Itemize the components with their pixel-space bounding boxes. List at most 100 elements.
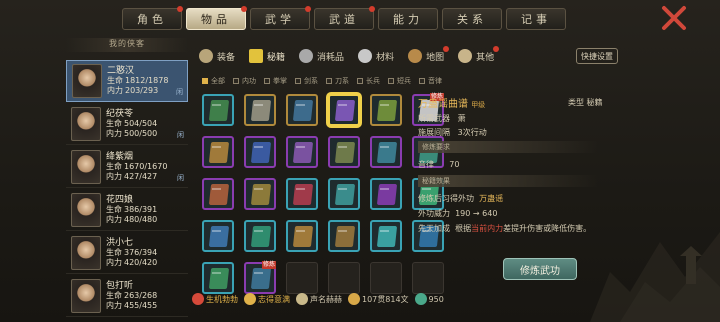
item-slot[interactable] [244, 94, 276, 126]
hero-mp: 内力 203/293 [107, 86, 168, 96]
item-slot[interactable] [328, 220, 360, 252]
filter-6[interactable]: 短兵 [388, 76, 411, 86]
filter-5[interactable]: 长兵 [357, 76, 380, 86]
filter-label: 刀系 [335, 77, 349, 85]
item-slot[interactable] [202, 220, 234, 252]
tab-3[interactable]: 武道 [314, 6, 375, 30]
interval-row: 施展间隔 3次行动 [418, 128, 487, 137]
filter-checkbox[interactable] [264, 78, 270, 84]
tab-1[interactable]: 物品 [186, 6, 247, 30]
map-icon [408, 49, 423, 63]
bonus-row: 先天加成 根据当前内力差提升伤害或降低伤害。 [418, 224, 592, 233]
book-detail [380, 104, 389, 106]
item-type: 类型 秘籍 [568, 98, 603, 107]
item-slot[interactable] [244, 220, 276, 252]
item-slot[interactable] [244, 178, 276, 210]
filter-checkbox[interactable] [419, 78, 425, 84]
book-detail [254, 272, 263, 274]
category-4[interactable]: 地图 [401, 44, 451, 68]
tab-label: 武道 [329, 13, 359, 26]
filter-1[interactable]: 内功 [233, 76, 256, 86]
item-grid: 修炼 修炼 [202, 93, 444, 318]
armor-icon [199, 49, 213, 63]
hero-info: 洪小七 生命 376/394 内力 420/420 [106, 238, 157, 268]
category-2[interactable]: 消耗品 [292, 44, 351, 68]
item-slot[interactable] [286, 94, 318, 126]
weapon-row: 所需武器 萧 [418, 114, 466, 123]
hp-value: 386/391 [124, 204, 158, 214]
learn-skill-button[interactable]: 修炼武功 [503, 258, 577, 280]
hero-info: 包打听 生命 263/268 内力 455/455 [106, 281, 157, 311]
item-slot[interactable] [328, 94, 360, 126]
filter-checkbox[interactable] [357, 78, 363, 84]
hero-card[interactable]: 纪茯苓 生命 504/504 内力 500/500 闲 [66, 103, 188, 145]
category-3[interactable]: 材料 [351, 44, 401, 68]
item-slot[interactable] [328, 178, 360, 210]
tab-2[interactable]: 武学 [250, 6, 311, 30]
mp-label: 内力 [107, 86, 123, 95]
item-slot[interactable] [286, 136, 318, 168]
filter-label: 音律 [428, 77, 442, 85]
item-slot[interactable] [370, 94, 402, 126]
category-0[interactable]: 装备 [192, 44, 242, 68]
quick-settings-button[interactable]: 快捷设置 [576, 48, 618, 64]
filter-checkbox[interactable] [326, 78, 332, 84]
item-slot[interactable] [370, 220, 402, 252]
notification-dot [369, 6, 375, 12]
filter-checkbox[interactable] [388, 78, 394, 84]
hero-card[interactable]: 绛紫烟 生命 1670/1670 内力 427/427 闲 [66, 146, 188, 188]
hero-hp: 生命 386/391 [106, 205, 157, 215]
category-1[interactable]: 秘籍 [242, 44, 292, 68]
hp-label: 生命 [106, 290, 122, 300]
item-slot[interactable] [286, 220, 318, 252]
hero-card[interactable]: 花四娘 生命 386/391 内力 480/480 [66, 189, 188, 231]
book-detail [212, 188, 221, 190]
book-detail [296, 230, 305, 232]
item-slot[interactable] [202, 94, 234, 126]
filter-3[interactable]: 剑系 [295, 76, 318, 86]
hero-portrait [71, 106, 101, 141]
filter-4[interactable]: 刀系 [326, 76, 349, 86]
hp-value: 1670/1670 [124, 161, 168, 171]
hero-hp: 生命 376/394 [106, 248, 157, 258]
notification-dot [177, 6, 183, 12]
book-detail [380, 188, 389, 190]
book-detail [212, 104, 221, 106]
misc-icon [458, 49, 473, 63]
hero-status-badge: 闲 [176, 88, 183, 96]
filter-label: 长兵 [366, 77, 380, 85]
filter-7[interactable]: 音律 [419, 76, 442, 86]
item-detail-panel: 万蛊谣曲谱 甲级 类型 秘籍 所需武器 萧 施展间隔 3次行动 修炼要求 音律 … [418, 95, 614, 280]
tab-6[interactable]: 记事 [506, 8, 566, 30]
item-slot[interactable] [202, 136, 234, 168]
hp-label: 生命 [106, 118, 122, 128]
filter-checkbox[interactable] [202, 78, 208, 84]
close-icon[interactable] [660, 5, 688, 31]
item-slot[interactable] [244, 136, 276, 168]
hero-card[interactable]: 包打听 生命 263/268 内力 455/455 [66, 275, 188, 317]
tab-4[interactable]: 能力 [378, 8, 438, 30]
item-slot[interactable] [328, 136, 360, 168]
mp-value: 420/420 [124, 257, 158, 267]
filter-checkbox[interactable] [233, 78, 239, 84]
book-detail [296, 146, 305, 148]
hero-name: 纪茯苓 [106, 108, 134, 119]
mp-value: 455/455 [124, 300, 158, 310]
item-slot[interactable] [370, 136, 402, 168]
tab-0[interactable]: 角色 [122, 6, 183, 30]
filter-2[interactable]: 拳掌 [264, 76, 287, 86]
hero-card[interactable]: 洪小七 生命 376/394 内力 420/420 [66, 232, 188, 274]
hero-card[interactable]: 二憨汉 生命 1812/1878 内力 203/293 闲 [66, 60, 188, 102]
filter-checkbox[interactable] [295, 78, 301, 84]
category-5[interactable]: 其他 [451, 44, 501, 68]
tab-5[interactable]: 关系 [442, 8, 502, 30]
hp-label: 生命 [107, 76, 123, 85]
item-slot[interactable] [286, 178, 318, 210]
filter-0[interactable]: 全部 [202, 76, 225, 86]
filter-label: 短兵 [397, 77, 411, 85]
item-slot[interactable] [202, 178, 234, 210]
mp-label: 内力 [106, 128, 122, 138]
potion-icon [299, 49, 314, 63]
filter-label: 拳掌 [273, 77, 287, 85]
item-slot[interactable] [370, 178, 402, 210]
